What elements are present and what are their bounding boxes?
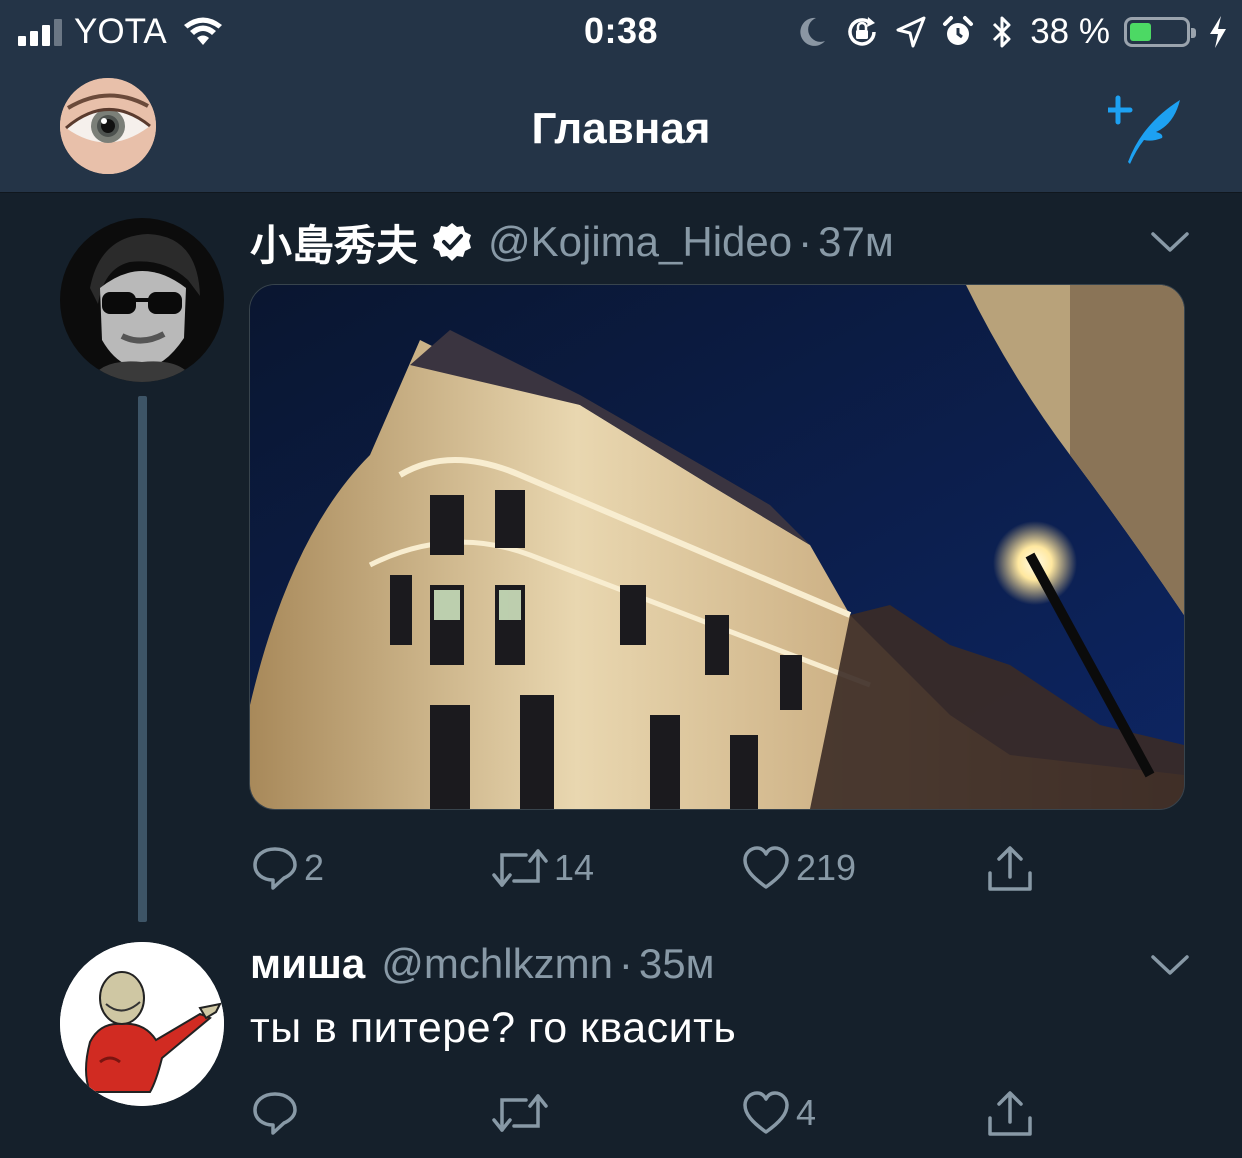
like-count: 4 [796, 1092, 817, 1133]
reply-icon [253, 847, 297, 890]
heart-icon [743, 1091, 789, 1134]
author-display-name[interactable]: миша [250, 940, 365, 988]
author-display-name[interactable]: 小島秀夫 [250, 212, 418, 273]
reply-count: 2 [304, 847, 325, 888]
like-count: 219 [796, 847, 857, 888]
kojima-avatar-image [60, 218, 224, 382]
rotation-lock-icon [848, 17, 876, 46]
reply-button[interactable] [252, 1090, 304, 1136]
page-title: Главная [531, 104, 711, 153]
author-handle[interactable]: @mchlkzmn [381, 940, 613, 988]
top-navigation-bar: Главная [0, 66, 1242, 193]
reply-button[interactable]: 2 [252, 845, 324, 891]
verified-badge-icon [433, 223, 472, 261]
author-avatar[interactable] [60, 942, 224, 1106]
alarm-icon [943, 16, 974, 45]
tweet-text: ты в питере? го квасить [250, 1004, 737, 1052]
retweet-button[interactable]: 14 [492, 845, 594, 891]
share-icon [988, 1091, 1032, 1136]
like-button[interactable]: 4 [742, 1090, 816, 1136]
retweet-icon [492, 1094, 548, 1132]
battery-fill [1130, 23, 1151, 41]
tweet-header: миша @mchlkzmn · 35м [250, 938, 715, 990]
reply-icon [253, 1092, 297, 1135]
author-avatar[interactable] [60, 218, 224, 382]
separator-dot: · [618, 940, 633, 987]
retweet-button[interactable] [492, 1090, 554, 1136]
share-button[interactable] [986, 845, 1034, 893]
building-night-photo [250, 285, 1184, 809]
battery-percent: 38 % [1030, 12, 1110, 51]
status-right: 38 % [780, 10, 1228, 54]
misha-avatar-image [60, 942, 224, 1106]
tweet-header: 小島秀夫 @Kojima_Hideo · 37м [250, 216, 894, 269]
location-icon [896, 16, 926, 48]
like-button[interactable]: 219 [742, 845, 856, 891]
compose-tweet-icon[interactable] [1108, 94, 1184, 166]
retweet-count: 14 [554, 847, 595, 888]
heart-icon [743, 846, 789, 889]
share-button[interactable] [986, 1090, 1034, 1138]
status-bar: YOTA 0:38 38 % [0, 0, 1242, 66]
battery-icon [1124, 17, 1196, 47]
bluetooth-icon [993, 16, 1011, 48]
chevron-down-icon[interactable] [1150, 953, 1190, 977]
retweet-icon [492, 849, 548, 887]
thread-connector-line [138, 396, 147, 922]
tweet-timestamp[interactable]: 35м [639, 940, 715, 988]
separator-dot: · [798, 218, 813, 265]
chevron-down-icon[interactable] [1150, 230, 1190, 254]
share-icon [988, 846, 1032, 891]
tweet-photo[interactable] [249, 284, 1185, 810]
author-handle[interactable]: @Kojima_Hideo [488, 218, 792, 266]
charging-icon [1210, 16, 1226, 48]
moon-icon [800, 17, 826, 46]
tweet-timestamp[interactable]: 37м [818, 218, 894, 266]
